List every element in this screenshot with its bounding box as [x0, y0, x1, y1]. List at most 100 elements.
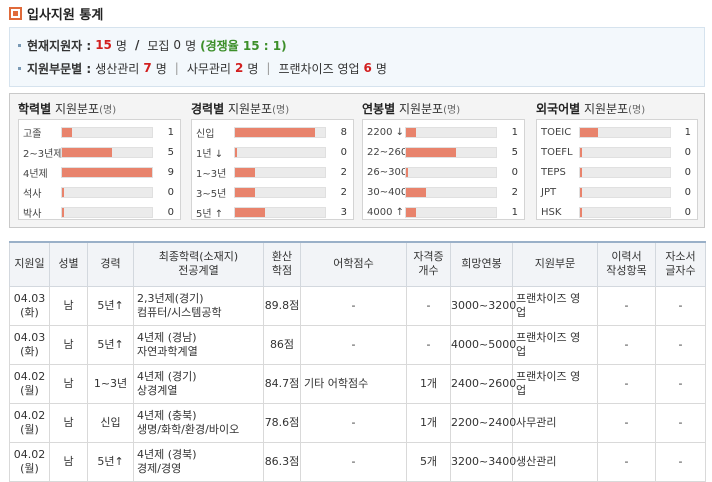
dept-count: 2: [234, 61, 244, 75]
distribution-value: 1: [511, 126, 518, 138]
applicant-summary-line: 현재지원자 : 15 명 / 모집 0 명 (경쟁율 15 : 1): [18, 37, 287, 53]
cell-language: -: [300, 441, 407, 482]
distribution-bar: [235, 167, 255, 177]
distribution-row: 고졸 1: [19, 124, 180, 140]
table-row[interactable]: 04.02 (월) 남 신입 4년제 (충북) 생명/화학/환경/바이오 78.6점 -1개 2…: [9, 402, 706, 443]
distribution-bar-track: [579, 166, 671, 178]
distribution-bar-track: [234, 146, 326, 158]
distribution-row: 4000 ↑ 1: [363, 204, 524, 220]
cell-salary: 4000~5000: [450, 324, 516, 365]
distribution-bar: [580, 187, 582, 197]
current-applicants-label: 현재지원자 :: [27, 38, 92, 53]
summary-box: 현재지원자 : 15 명 / 모집 0 명 (경쟁율 15 : 1) 지원부문별…: [9, 27, 705, 87]
distribution-bar: [580, 127, 598, 137]
cell-department: 프랜차이즈 영업: [512, 285, 598, 326]
distribution-bar: [406, 207, 416, 217]
distribution-value: 0: [511, 166, 518, 178]
distribution-bar-track: [61, 166, 153, 178]
current-applicants-count: 15: [95, 38, 112, 52]
distribution-value: 0: [167, 206, 174, 218]
table-row[interactable]: 04.03 (화) 남 5년↑ 2,3년제(경기) 컴퓨터/시스템공학 89.8점 - -300…: [9, 285, 706, 326]
distribution-row: 신입 8: [192, 124, 353, 140]
distribution-bar-track: [405, 166, 497, 178]
distribution-value: 0: [340, 146, 347, 158]
distribution-column: 학력별 지원분포(명) 고졸 1 2~3년제 5 4년제 9 석사 0 박사 0: [18, 94, 181, 227]
page-header: 입사지원 통계: [9, 4, 103, 23]
distribution-value: 2: [511, 186, 518, 198]
distribution-bar: [406, 127, 416, 137]
distribution-label: 석사: [23, 188, 42, 200]
cell-certs: 1개: [406, 363, 451, 404]
section-bullet-icon: [9, 6, 22, 20]
distribution-bar: [62, 187, 64, 197]
distribution-bar: [62, 167, 152, 177]
distribution-label: 신입: [196, 128, 215, 140]
recruit-unit: 명: [185, 38, 197, 53]
distribution-bar-track: [234, 126, 326, 138]
cell-date: 04.02 (월): [9, 363, 50, 404]
cell-gender: 남: [49, 363, 88, 404]
distribution-label: 2200 ↓: [367, 126, 405, 138]
cell-salary: 2200~2400: [450, 402, 516, 443]
header-gender: 성별: [49, 241, 88, 287]
distribution-value: 0: [684, 206, 691, 218]
distribution-row: 1년 ↓ 0: [192, 144, 353, 160]
dept-name: 사무관리: [186, 61, 231, 76]
department-label: 지원부문별 :: [27, 61, 92, 76]
cell-salary: 2400~2600: [450, 363, 516, 404]
cell-department: 프랜차이즈 영업: [512, 324, 598, 365]
distribution-bar-track: [579, 206, 671, 218]
distribution-row: 박사 0: [19, 204, 180, 220]
cell-gender: 남: [49, 402, 88, 443]
distribution-label: 1년 ↓: [196, 148, 224, 160]
distribution-title-rest: 지원분포: [51, 102, 100, 116]
distribution-bar-track: [61, 126, 153, 138]
header-career: 경력: [87, 241, 134, 287]
distribution-value: 9: [167, 166, 174, 178]
distribution-row: 1~3년 2: [192, 164, 353, 180]
distribution-label: 1~3년: [196, 168, 227, 180]
distribution-bar-track: [405, 186, 497, 198]
distribution-bar: [406, 147, 456, 157]
dept-unit: 명: [247, 61, 259, 76]
distribution-label: 박사: [23, 208, 42, 220]
distribution-column: 경력별 지원분포(명) 신입 8 1년 ↓ 0 1~3년 2 3~5년 2 5년 ↑ 3: [191, 94, 354, 227]
cell-career: 5년↑: [87, 441, 134, 482]
cell-gpa: 86.3점: [263, 441, 301, 482]
cell-education: 4년제 (경북) 경제/경영: [133, 441, 264, 482]
distribution-bar: [235, 207, 265, 217]
cell-date: 04.03 (화): [9, 324, 50, 365]
cell-certs: -: [406, 324, 451, 365]
recruit-count: 0: [173, 38, 182, 52]
distribution-bar-track: [234, 206, 326, 218]
distribution-value: 8: [340, 126, 347, 138]
distribution-box: 2200 ↓ 1 22~2600 5 26~3000 0 30~4000 2 4000 ↑ 1: [362, 119, 525, 220]
distribution-bar-track: [234, 186, 326, 198]
distribution-label: TOEIC: [541, 126, 572, 138]
cell-career: 5년↑: [87, 324, 134, 365]
distribution-value: 0: [167, 186, 174, 198]
cell-gpa: 78.6점: [263, 402, 301, 443]
table-row[interactable]: 04.02 (월) 남 1~3년 4년제 (경기) 상경계열 84.7점 기타 어학점수 1개 2…: [9, 363, 706, 404]
cell-gpa: 86점: [263, 324, 301, 365]
table-row[interactable]: 04.03 (화) 남 5년↑ 4년제 (경남) 자연과학계열 86점 - -4000~5000…: [9, 324, 706, 365]
distribution-value: 5: [167, 146, 174, 158]
distribution-title-rest: 지원분포: [580, 102, 629, 116]
dept-name: 프랜차이즈 영업: [278, 61, 360, 76]
distribution-bar-track: [234, 166, 326, 178]
cell-essay: -: [655, 324, 706, 365]
cell-resume: -: [597, 285, 656, 326]
cell-education: 4년제 (경기) 상경계열: [133, 363, 264, 404]
distribution-row: 석사 0: [19, 184, 180, 200]
distribution-title: 외국어별 지원분포(명): [536, 100, 645, 117]
cell-salary: 3000~3200: [450, 285, 516, 326]
distribution-value: 0: [684, 146, 691, 158]
distribution-label: 3~5년: [196, 188, 227, 200]
current-applicants-unit: 명: [115, 38, 127, 53]
dept-unit: 명: [375, 61, 387, 76]
table-row[interactable]: 04.02 (월) 남 5년↑ 4년제 (경북) 경제/경영 86.3점 -5개 3200~34…: [9, 441, 706, 482]
distribution-value: 0: [684, 166, 691, 178]
distribution-unit: (명): [272, 105, 290, 116]
distribution-value: 1: [684, 126, 691, 138]
dept-count: 6: [363, 61, 372, 75]
